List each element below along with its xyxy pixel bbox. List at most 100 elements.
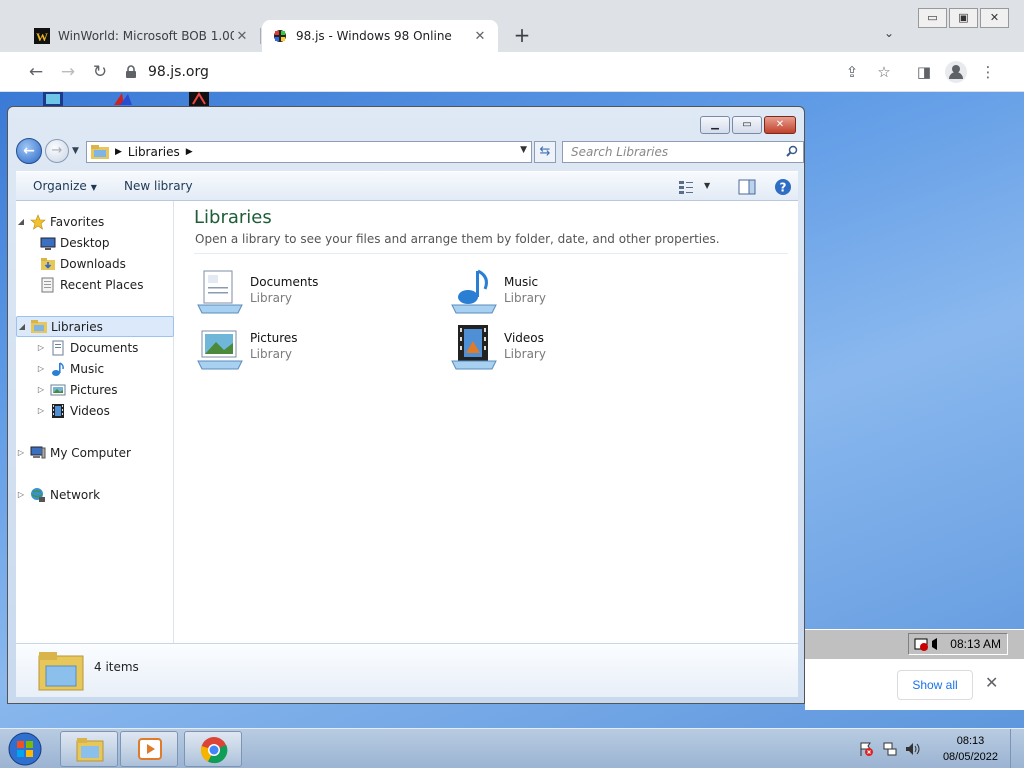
tree-label: Network (50, 487, 101, 502)
tab-98js[interactable]: 98.js - Windows 98 Online ✕ (262, 20, 498, 52)
organize-button[interactable]: Organize ▼ (33, 179, 97, 193)
library-type: Library (504, 291, 546, 305)
library-item-pictures[interactable]: Pictures Library (196, 323, 436, 373)
tree-my-computer[interactable]: ▷ My Computer (16, 442, 174, 463)
page-title: Libraries (194, 207, 272, 228)
address-bar[interactable]: 98.js.org (124, 58, 834, 86)
minimize-button[interactable]: ▭ (918, 8, 947, 28)
documents-library-icon (197, 270, 243, 314)
collapsed-arrow-icon[interactable]: ▷ (36, 364, 46, 373)
maximize-button[interactable]: ▣ (949, 8, 978, 28)
close-download-bar-icon[interactable]: ✕ (985, 673, 998, 692)
close-tab-icon[interactable]: ✕ (234, 29, 250, 44)
details-pane: 4 items (16, 643, 798, 697)
forward-arrow-icon[interactable]: → (56, 60, 80, 84)
expanded-arrow-icon[interactable]: ◢ (16, 217, 26, 226)
network-status-icon[interactable] (882, 741, 898, 757)
tree-pictures[interactable]: ▷ Pictures (16, 379, 174, 400)
chevron-down-icon: ▼ (90, 183, 97, 192)
collapsed-arrow-icon[interactable]: ▷ (36, 385, 46, 394)
tree-favorites[interactable]: ◢ Favorites (16, 211, 174, 232)
volume-icon[interactable] (914, 636, 944, 652)
media-player-icon (138, 738, 162, 760)
tree-label: Documents (70, 340, 139, 355)
library-item-videos[interactable]: Videos Library (450, 323, 690, 373)
speaker-icon[interactable] (904, 741, 922, 757)
tree-videos[interactable]: ▷ Videos (16, 400, 174, 421)
collapsed-arrow-icon[interactable]: ▷ (36, 343, 46, 352)
music-library-icon (451, 269, 497, 314)
computer-icon (30, 446, 46, 458)
taskbar-chrome-button[interactable] (184, 731, 242, 767)
tree-downloads[interactable]: Downloads (16, 253, 174, 274)
explorer-window: ▁ ▭ ✕ ← → ▼ ▶ Libraries ▶ ▼ ⇆ Search Lib… (7, 106, 805, 704)
browser-menu-icon[interactable]: ⋮ (976, 60, 1000, 84)
explorer-minimize-button[interactable]: ▁ (700, 116, 730, 134)
taskbar-explorer-button[interactable] (60, 731, 118, 767)
views-dropdown-icon[interactable]: ▼ (704, 181, 710, 190)
tab-winworld[interactable]: W WinWorld: Microsoft BOB 1.00 (C ✕ (24, 20, 260, 52)
system-tray: 08:13 08/05/2022 (854, 729, 1024, 768)
pictures-icon (50, 384, 66, 395)
explorer-address-bar[interactable]: ▶ Libraries ▶ ▼ (86, 141, 532, 163)
preview-pane-icon[interactable] (738, 179, 756, 195)
views-icon[interactable] (678, 179, 694, 195)
search-icon (786, 145, 798, 157)
help-icon[interactable]: ? (774, 178, 792, 196)
desktop-icon-computer[interactable] (42, 92, 64, 106)
taskbar-media-player-button[interactable] (120, 731, 178, 767)
breadcrumb-separator-icon[interactable]: ▶ (115, 147, 122, 157)
tree-network[interactable]: ▷ Network (16, 484, 174, 505)
show-desktop-button[interactable] (1010, 729, 1024, 768)
history-dropdown-icon[interactable]: ▼ (72, 146, 79, 156)
tree-desktop[interactable]: Desktop (16, 232, 174, 253)
taskbar: 08:13 08/05/2022 (0, 728, 1024, 768)
clock-date: 08/05/2022 (942, 751, 998, 763)
search-input[interactable]: Search Libraries (562, 141, 804, 163)
star-icon (30, 213, 46, 230)
breadcrumb-libraries[interactable]: Libraries (128, 145, 180, 159)
close-window-button[interactable]: ✕ (980, 8, 1009, 28)
action-center-flag-icon[interactable] (858, 741, 874, 757)
taskbar-clock[interactable]: 08:13 08/05/2022 (943, 733, 998, 765)
chrome-icon (200, 737, 228, 764)
back-arrow-icon[interactable]: ← (24, 60, 48, 84)
library-name: Pictures (250, 331, 298, 345)
win98-clock: 08:13 AM (950, 637, 1001, 651)
desktop-icon-app[interactable] (188, 92, 210, 106)
address-dropdown-icon[interactable]: ▼ (520, 145, 527, 155)
new-library-button[interactable]: New library (124, 179, 193, 193)
explorer-maximize-button[interactable]: ▭ (732, 116, 762, 134)
libraries-icon (31, 319, 47, 333)
refresh-icon[interactable]: ⇆ (534, 141, 556, 163)
breadcrumb-separator-icon[interactable]: ▶ (186, 147, 193, 157)
library-item-documents[interactable]: Documents Library (196, 267, 436, 317)
show-all-button[interactable]: Show all (897, 670, 973, 700)
collapsed-arrow-icon[interactable]: ▷ (36, 406, 46, 415)
new-tab-button[interactable]: + (510, 24, 534, 48)
share-icon[interactable]: ⇪ (840, 60, 864, 84)
tree-libraries[interactable]: ◢ Libraries (16, 316, 174, 337)
close-tab-icon[interactable]: ✕ (472, 29, 488, 44)
collapsed-arrow-icon[interactable]: ▷ (16, 448, 26, 457)
desktop-icon-colorful[interactable] (112, 92, 134, 106)
side-panel-icon[interactable]: ◨ (912, 60, 936, 84)
svg-text:?: ? (780, 181, 787, 195)
tree-documents[interactable]: ▷ Documents (16, 337, 174, 358)
navigation-row: ← → ▼ ▶ Libraries ▶ ▼ ⇆ Search Libraries (16, 137, 804, 165)
explorer-close-button[interactable]: ✕ (764, 116, 796, 134)
bookmark-star-icon[interactable]: ☆ (872, 60, 896, 84)
tab-search-chevron-icon[interactable]: ⌄ (884, 26, 894, 40)
tree-recent-places[interactable]: Recent Places (16, 274, 174, 295)
forward-arrow-icon[interactable]: → (45, 139, 69, 163)
tree-music[interactable]: ▷ Music (16, 358, 174, 379)
start-button[interactable] (6, 731, 44, 767)
divider (194, 253, 788, 254)
library-item-music[interactable]: Music Library (450, 267, 690, 317)
expanded-arrow-icon[interactable]: ◢ (17, 322, 27, 331)
reload-icon[interactable]: ↻ (88, 60, 112, 84)
collapsed-arrow-icon[interactable]: ▷ (16, 490, 26, 499)
browser-toolbar: ← → ↻ 98.js.org ⇪ ☆ ◨ ⋮ (0, 52, 1024, 92)
back-arrow-icon[interactable]: ← (16, 138, 42, 164)
profile-avatar-icon[interactable] (944, 60, 968, 84)
